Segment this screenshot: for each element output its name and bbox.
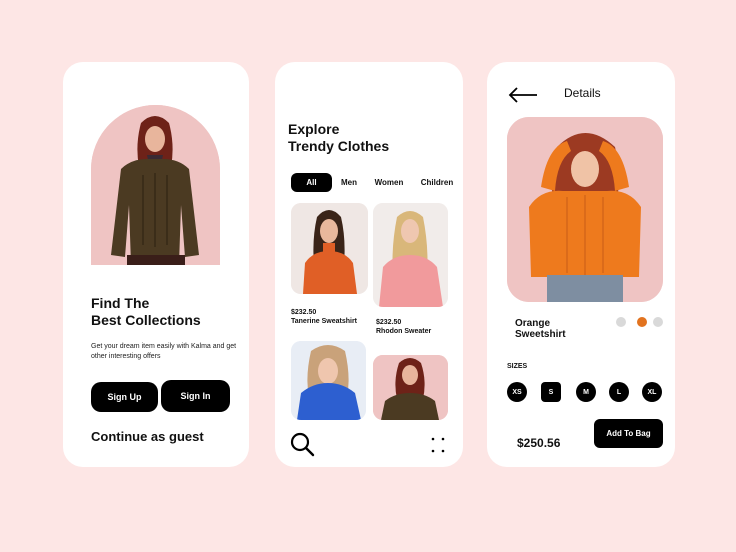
product-price: $250.56: [517, 436, 561, 450]
product-card-rhodon-sweater[interactable]: [373, 203, 448, 307]
size-option-xs[interactable]: XS: [507, 382, 527, 402]
product-price: $232.50: [291, 309, 317, 316]
product-name: Tanerine Sweatshirt: [291, 318, 358, 325]
category-tabs: All Men Women Children: [291, 173, 461, 192]
welcome-screen: Find The Best Collections Get your dream…: [63, 62, 249, 467]
product-hero-image: [507, 117, 663, 302]
arrow-left-icon[interactable]: [507, 86, 539, 104]
product-card-brown-sweater[interactable]: [373, 355, 448, 420]
tab-all[interactable]: All: [291, 173, 332, 192]
product-name: Rhodon Sweater: [376, 328, 432, 335]
size-option-m[interactable]: M: [576, 382, 596, 402]
sizes-label: SIZES: [507, 363, 528, 370]
hero-model-image: [91, 105, 220, 265]
sign-up-button[interactable]: Sign Up: [91, 382, 158, 412]
product-price: $232.50: [376, 319, 402, 326]
product-name-line2: Sweetshirt: [515, 329, 566, 340]
grid-dots-icon[interactable]: [431, 437, 445, 453]
tab-men[interactable]: Men: [338, 173, 360, 192]
details-screen: Details Orange Sweetshirt SIZES XS S M L…: [487, 62, 675, 467]
size-option-s[interactable]: S: [541, 382, 561, 402]
product-name: Orange Sweetshirt: [515, 318, 566, 340]
product-image: [373, 203, 448, 307]
product-card-blue-sweater[interactable]: [291, 341, 366, 420]
tab-children[interactable]: Children: [417, 173, 457, 192]
welcome-description: Get your dream item easily with Kalma an…: [91, 343, 237, 360]
color-swatches: [615, 317, 665, 329]
product-image: [291, 341, 366, 420]
search-icon[interactable]: [289, 431, 315, 457]
welcome-title-line1: Find The: [91, 295, 150, 311]
product-image: [373, 355, 448, 420]
product-info-2: $232.50 Rhodon Sweater: [376, 318, 431, 336]
details-header-title: Details: [564, 86, 601, 100]
explore-screen: Explore Trendy Clothes All Men Women Chi…: [275, 62, 463, 467]
explore-title-line2: Trendy Clothes: [288, 138, 390, 154]
sign-in-button[interactable]: Sign In: [161, 380, 230, 412]
size-option-xl[interactable]: XL: [642, 382, 662, 402]
color-swatch-orange[interactable]: [637, 317, 647, 327]
product-name-line1: Orange: [515, 318, 551, 329]
continue-as-guest-link[interactable]: Continue as guest: [91, 429, 204, 444]
color-swatch-gray-2[interactable]: [653, 317, 663, 327]
size-option-l[interactable]: L: [609, 382, 629, 402]
explore-title: Explore Trendy Clothes: [288, 121, 389, 155]
product-info-1: $232.50 Tanerine Sweatshirt: [291, 308, 357, 326]
color-swatch-gray-1[interactable]: [616, 317, 626, 327]
product-image: [291, 203, 368, 294]
welcome-title-line2: Best Collections: [91, 312, 201, 328]
add-to-bag-button[interactable]: Add To Bag: [594, 419, 663, 448]
welcome-title: Find The Best Collections: [91, 295, 201, 329]
tab-women[interactable]: Women: [371, 173, 407, 192]
product-card-tanerine-sweatshirt[interactable]: [291, 203, 368, 294]
explore-title-line1: Explore: [288, 121, 340, 137]
